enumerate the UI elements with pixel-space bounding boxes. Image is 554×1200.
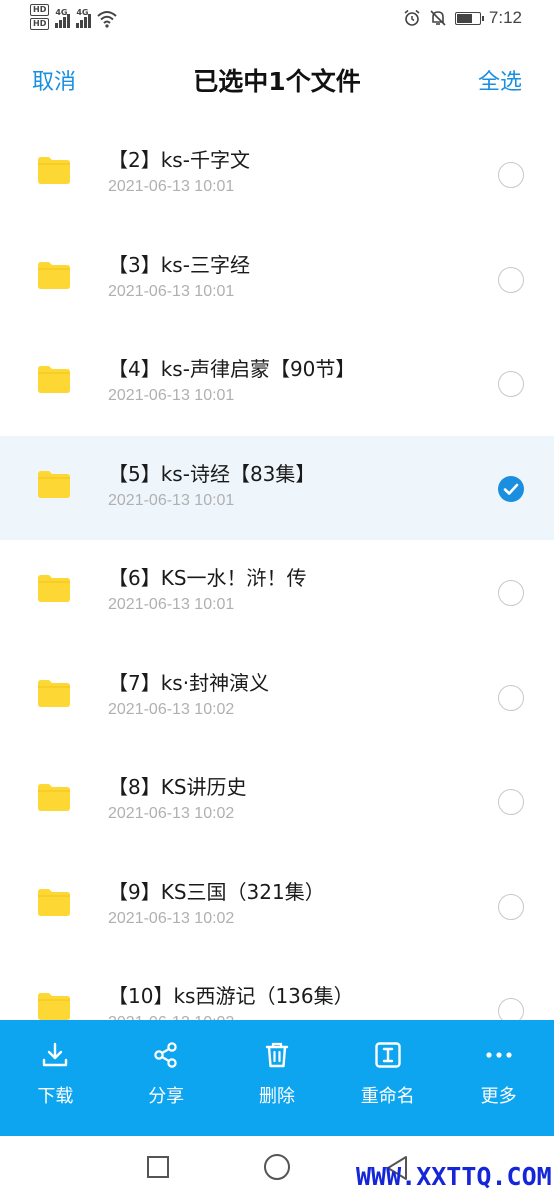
mute-bell-icon — [430, 10, 446, 26]
file-name: 【6】KS一水！浒！传 — [108, 566, 307, 590]
file-date: 2021-06-13 10:01 — [108, 282, 235, 300]
file-row[interactable]: 【6】KS一水！浒！传 2021-06-13 10:01 — [0, 540, 554, 645]
action-bar: 下载 分享 删除 重命名 更多 — [0, 1020, 554, 1136]
file-name: 【5】ks-诗经【83集】 — [108, 461, 316, 486]
system-nav-bar: WWW.XXTTQ.COM — [0, 1136, 554, 1200]
selection-checkbox[interactable] — [498, 893, 524, 920]
select-all-button[interactable]: 全选 — [478, 64, 522, 96]
file-name: 【10】ks西游记（136集） — [108, 984, 354, 1008]
selection-header: 取消 已选中1个文件 全选 — [0, 50, 554, 112]
selection-checkbox[interactable] — [498, 580, 524, 606]
file-row[interactable]: 【9】KS三国（321集） 2021-06-13 10:02 — [0, 854, 554, 959]
download-label: 下载 — [37, 1086, 74, 1107]
share-label: 分享 — [148, 1086, 185, 1107]
folder-icon — [38, 470, 70, 498]
share-button[interactable]: 分享 — [111, 1020, 222, 1136]
watermark: WWW.XXTTQ.COM — [356, 1162, 552, 1191]
battery-icon — [454, 11, 484, 25]
selection-checkbox[interactable] — [498, 684, 524, 711]
page-title: 已选中1个文件 — [193, 67, 361, 96]
check-icon — [503, 483, 519, 495]
file-name: 【7】ks·封神演义 — [108, 670, 270, 695]
file-date: 2021-06-13 10:02 — [108, 805, 235, 822]
delete-label: 删除 — [258, 1086, 295, 1107]
more-label: 更多 — [480, 1086, 517, 1107]
share-icon — [154, 1042, 177, 1068]
delete-button[interactable]: 删除 — [222, 1020, 333, 1136]
rename-button[interactable]: 重命名 — [332, 1020, 443, 1136]
download-icon — [43, 1042, 68, 1067]
folder-icon — [38, 784, 70, 811]
file-name: 【9】KS三国（321集） — [108, 879, 325, 904]
status-time: 7:12 — [488, 8, 522, 27]
rename-icon — [375, 1042, 401, 1068]
status-bar: HD HD 4G 4G 7:12 — [0, 0, 554, 40]
file-name: 【3】ks-三字经 — [108, 252, 250, 277]
file-row[interactable]: 【10】ks西游记（136集）2021-06-13 10:02 — [0, 958, 554, 1020]
file-date: 2021-06-13 10:02 — [108, 700, 235, 718]
signal-icon-2: 4G — [76, 4, 92, 28]
folder-icon — [38, 575, 70, 602]
folder-icon — [38, 888, 70, 916]
selection-checkbox[interactable] — [498, 998, 524, 1020]
file-list[interactable]: 【2】ks-千字文 2021-06-13 10:01 【3】ks-三字经 2021-0… — [0, 122, 554, 1020]
file-row[interactable]: 【7】ks·封神演义 2021-06-13 10:02 — [0, 645, 554, 750]
trash-icon — [265, 1042, 289, 1068]
hd-badge-1: HD — [30, 4, 50, 16]
wifi-icon — [97, 11, 118, 28]
folder-icon — [38, 993, 70, 1020]
file-name: 【2】ks-千字文 — [108, 148, 250, 172]
file-date: 2021-06-13 10:01 — [108, 491, 235, 509]
file-row[interactable]: 【5】ks-诗经【83集】 2021-06-13 10:01 — [0, 435, 554, 540]
selection-checkbox[interactable] — [498, 371, 524, 397]
file-name: 【4】ks-声律启蒙【90节】 — [108, 357, 356, 381]
file-row[interactable]: 【8】KS讲历史 2021-06-13 10:02 — [0, 749, 554, 854]
home-button[interactable] — [264, 1154, 290, 1180]
hd-badge-2: HD — [30, 18, 50, 30]
file-date: 2021-06-13 10:01 — [108, 387, 235, 404]
folder-icon — [38, 679, 70, 707]
download-button[interactable]: 下载 — [0, 1020, 111, 1136]
signal-icon-1: 4G — [55, 4, 71, 28]
rename-label: 重命名 — [360, 1086, 415, 1107]
selection-checkbox[interactable] — [498, 475, 524, 502]
selection-checkbox[interactable] — [498, 789, 524, 815]
file-name: 【8】KS讲历史 — [108, 775, 247, 799]
folder-icon — [38, 261, 70, 289]
folder-icon — [38, 366, 70, 393]
file-date: 2021-06-13 10:01 — [108, 178, 235, 195]
file-date: 2021-06-13 10:01 — [108, 596, 235, 613]
more-icon — [485, 1052, 512, 1058]
status-left: HD HD 4G 4G — [30, 4, 118, 30]
recents-button[interactable] — [147, 1156, 169, 1178]
file-date: 2021-06-13 10:02 — [108, 909, 235, 927]
more-button[interactable]: 更多 — [443, 1020, 554, 1136]
file-row[interactable]: 【2】ks-千字文 2021-06-13 10:01 — [0, 122, 554, 227]
selection-checkbox[interactable] — [498, 266, 524, 293]
alarm-icon — [404, 9, 420, 26]
file-row[interactable]: 【4】ks-声律启蒙【90节】 2021-06-13 10:01 — [0, 331, 554, 436]
selection-checkbox[interactable] — [498, 162, 524, 188]
folder-icon — [38, 157, 70, 184]
status-right: 7:12 — [403, 8, 522, 28]
file-row[interactable]: 【3】ks-三字经 2021-06-13 10:01 — [0, 227, 554, 332]
